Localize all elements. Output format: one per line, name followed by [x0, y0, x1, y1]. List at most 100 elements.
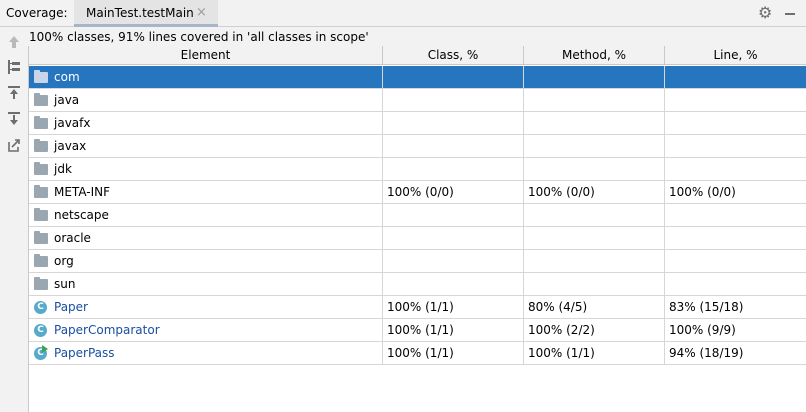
package-icon: [34, 231, 48, 244]
table-row[interactable]: jdk: [29, 158, 806, 181]
method-coverage-cell: [524, 112, 665, 135]
element-cell[interactable]: META-INF: [29, 181, 383, 204]
package-icon: [34, 139, 48, 152]
minimize-icon[interactable]: [785, 13, 795, 15]
generate-report-icon[interactable]: [6, 84, 22, 100]
class-coverage-cell: [383, 250, 524, 273]
element-name: java: [54, 93, 80, 107]
table-row[interactable]: META-INF 100% (0/0) 100% (0/0) 100% (0/0): [29, 181, 806, 204]
class-icon: C: [34, 301, 47, 314]
line-coverage-cell: [665, 204, 806, 227]
coverage-label: Coverage:: [6, 6, 68, 20]
package-icon: [34, 254, 48, 267]
class-coverage-cell: [383, 135, 524, 158]
element-cell[interactable]: sun: [29, 273, 383, 296]
class-coverage-cell: 100% (1/1): [383, 296, 524, 319]
table-row[interactable]: netscape: [29, 204, 806, 227]
coverage-summary: 100% classes, 91% lines covered in 'all …: [29, 30, 369, 44]
element-cell[interactable]: org: [29, 250, 383, 273]
class-coverage-cell: 100% (0/0): [383, 181, 524, 204]
line-coverage-cell: [665, 66, 806, 89]
class-coverage-cell: [383, 227, 524, 250]
method-coverage-cell: [524, 204, 665, 227]
method-coverage-cell: [524, 273, 665, 296]
package-icon: [34, 70, 48, 83]
class-coverage-cell: [383, 66, 524, 89]
method-coverage-cell: 80% (4/5): [524, 296, 665, 319]
element-name: PaperComparator: [54, 323, 160, 337]
element-name: META-INF: [54, 185, 111, 199]
line-coverage-cell: 94% (18/19): [665, 342, 806, 365]
element-cell[interactable]: C PaperPass: [29, 342, 383, 365]
table-row[interactable]: sun: [29, 273, 806, 296]
element-name: javafx: [54, 116, 91, 130]
column-header-class[interactable]: Class, %: [383, 46, 524, 65]
class-coverage-cell: [383, 112, 524, 135]
element-name: com: [54, 70, 80, 84]
table-row[interactable]: C Paper 100% (1/1) 80% (4/5) 83% (15/18): [29, 296, 806, 319]
element-cell[interactable]: javax: [29, 135, 383, 158]
line-coverage-cell: [665, 112, 806, 135]
class-coverage-cell: 100% (1/1): [383, 319, 524, 342]
rerun-icon[interactable]: [6, 34, 22, 50]
column-header-element[interactable]: Element: [29, 46, 383, 65]
package-icon: [34, 93, 48, 106]
element-name: sun: [54, 277, 76, 291]
line-coverage-cell: [665, 227, 806, 250]
line-coverage-cell: [665, 89, 806, 112]
element-cell[interactable]: netscape: [29, 204, 383, 227]
class-coverage-cell: [383, 158, 524, 181]
element-name: jdk: [54, 162, 72, 176]
method-coverage-cell: 100% (1/1): [524, 342, 665, 365]
table-row[interactable]: oracle: [29, 227, 806, 250]
package-icon: [34, 185, 48, 198]
element-cell[interactable]: oracle: [29, 227, 383, 250]
line-coverage-cell: 83% (15/18): [665, 296, 806, 319]
column-header-method[interactable]: Method, %: [524, 46, 665, 65]
element-name: oracle: [54, 231, 91, 245]
line-coverage-cell: 100% (9/9): [665, 319, 806, 342]
class-coverage-cell: [383, 273, 524, 296]
method-coverage-cell: 100% (0/0): [524, 181, 665, 204]
element-cell[interactable]: C PaperComparator: [29, 319, 383, 342]
package-icon: [34, 116, 48, 129]
package-icon: [34, 208, 48, 221]
element-cell[interactable]: com: [29, 66, 383, 89]
line-coverage-cell: [665, 135, 806, 158]
table-row[interactable]: java: [29, 89, 806, 112]
line-coverage-cell: [665, 158, 806, 181]
element-cell[interactable]: jdk: [29, 158, 383, 181]
flatten-packages-icon[interactable]: [6, 59, 22, 75]
element-name: netscape: [54, 208, 109, 222]
tab-title: MainTest.testMain: [86, 6, 194, 20]
gear-icon[interactable]: ⚙: [758, 3, 772, 22]
element-cell[interactable]: javafx: [29, 112, 383, 135]
element-cell[interactable]: java: [29, 89, 383, 112]
class-coverage-cell: 100% (1/1): [383, 342, 524, 365]
table-row[interactable]: org: [29, 250, 806, 273]
table-row[interactable]: javax: [29, 135, 806, 158]
table-row[interactable]: javafx: [29, 112, 806, 135]
run-marker-icon: [42, 345, 48, 353]
table-row[interactable]: C PaperPass 100% (1/1) 100% (1/1) 94% (18/19…: [29, 342, 806, 365]
element-name: javax: [54, 139, 87, 153]
method-coverage-cell: [524, 227, 665, 250]
method-coverage-cell: [524, 66, 665, 89]
method-coverage-cell: [524, 250, 665, 273]
method-coverage-cell: 100% (2/2): [524, 319, 665, 342]
package-icon: [34, 277, 48, 290]
element-name: Paper: [54, 300, 88, 314]
class-coverage-cell: [383, 89, 524, 112]
column-header-line[interactable]: Line, %: [665, 46, 806, 65]
table-row[interactable]: com: [29, 66, 806, 89]
tab-maintest[interactable]: MainTest.testMain ×: [74, 0, 218, 27]
class-coverage-cell: [383, 204, 524, 227]
method-coverage-cell: [524, 158, 665, 181]
import-report-icon[interactable]: [6, 110, 22, 126]
method-coverage-cell: [524, 89, 665, 112]
table-row[interactable]: C PaperComparator 100% (1/1) 100% (2/2) 100%…: [29, 319, 806, 342]
close-icon[interactable]: ×: [196, 5, 207, 20]
element-cell[interactable]: C Paper: [29, 296, 383, 319]
element-name: PaperPass: [54, 346, 115, 360]
export-icon[interactable]: [6, 137, 22, 153]
